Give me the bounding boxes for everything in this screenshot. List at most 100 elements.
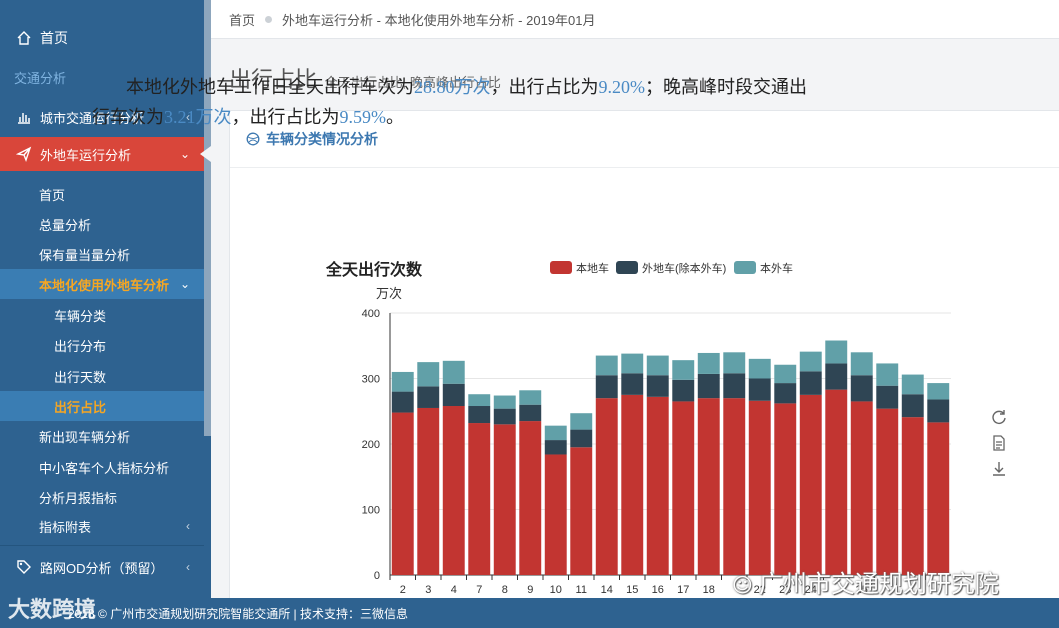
bar-segment[interactable] [417,386,440,408]
bar-segment[interactable] [723,398,746,575]
bar-segment[interactable] [468,406,491,424]
bar-segment[interactable] [391,371,414,392]
bar-segment[interactable] [442,383,465,407]
bar-segment[interactable] [774,383,797,404]
sidebar-subitem-appendix[interactable]: 指标附表 ‹ [0,511,204,541]
bar-segment[interactable] [621,353,644,374]
bar-segment[interactable] [825,389,848,575]
sidebar-scrollbar[interactable] [204,0,211,436]
bar-segment[interactable] [697,373,720,399]
bar-segment[interactable] [723,352,746,374]
x-tick-label: 3 [425,584,431,596]
bar-segment[interactable] [672,401,695,575]
breadcrumb-home[interactable]: 首页 [229,10,255,29]
sidebar-subitem-total[interactable]: 总量分析 [0,209,204,239]
sidebar-subitem-localized[interactable]: 本地化使用外地车分析 ⌄ [0,269,204,299]
bar-segment[interactable] [646,355,669,376]
bar-segment[interactable] [850,352,873,376]
x-tick-label: 18 [703,584,715,596]
bar-segment[interactable] [774,403,797,575]
bar-segment[interactable] [825,340,848,364]
bar-segment[interactable] [493,395,516,409]
bar-segment[interactable] [697,398,720,575]
legend-swatch[interactable] [734,261,756,274]
sidebar-item-home[interactable]: 首页 [0,23,204,53]
chevron-down-icon: ⌄ [179,147,190,161]
sidebar-subitem-share[interactable]: 出行占比 [0,391,204,421]
y-tick-label: 300 [362,374,380,386]
bar-segment[interactable] [748,400,771,575]
summary-value: 9.59% [339,107,387,127]
bar-segment[interactable] [570,447,593,575]
bar-segment[interactable] [544,425,567,441]
bar-segment[interactable] [927,399,950,423]
sidebar-subitem-classify[interactable]: 车辆分类 [0,300,204,330]
bar-segment[interactable] [825,363,848,390]
legend-swatch[interactable] [616,261,638,274]
download-icon[interactable] [990,460,1010,480]
sidebar-subitem-days[interactable]: 出行天数 [0,361,204,391]
bar-segment[interactable] [493,408,516,425]
bar-segment[interactable] [850,375,873,402]
bar-segment[interactable] [774,364,797,384]
sidebar-item-label: 出行占比 [54,399,107,415]
bar-segment[interactable] [417,362,440,387]
bar-segment[interactable] [799,371,822,395]
sidebar-subitem-distribution[interactable]: 出行分布 [0,330,204,360]
bar-segment[interactable] [468,394,491,407]
bar-segment[interactable] [646,375,669,397]
bar-segment[interactable] [927,422,950,575]
bar-segment[interactable] [672,379,695,402]
bar-segment[interactable] [519,421,542,575]
bar-segment[interactable] [876,363,899,386]
bar-segment[interactable] [391,391,414,413]
bar-segment[interactable] [799,351,822,372]
bar-segment[interactable] [493,424,516,575]
bar-segment[interactable] [672,360,695,380]
bar-segment[interactable] [748,358,771,379]
sidebar-item-nonlocal[interactable]: 外地车运行分析 ⌄ [0,137,204,171]
bar-segment[interactable] [442,360,465,384]
bar-segment[interactable] [442,406,465,575]
bar-segment[interactable] [570,413,593,430]
legend-label[interactable]: 本地车 [576,261,609,275]
bar-segment[interactable] [646,396,669,575]
data-view-icon[interactable] [990,434,1010,454]
bar-segment[interactable] [595,355,618,376]
sidebar-subitem-ownership[interactable]: 保有量当量分析 [0,239,204,269]
bar-segment[interactable] [876,408,899,575]
bar-segment[interactable] [391,412,414,575]
bar-segment[interactable] [697,352,720,374]
bar-segment[interactable] [468,423,491,575]
bar-segment[interactable] [544,440,567,455]
bar-segment[interactable] [595,398,618,575]
bar-segment[interactable] [570,429,593,448]
summary-value: 9.20% [598,77,646,97]
sidebar-subitem-monthly[interactable]: 分析月报指标 [0,482,204,512]
bar-segment[interactable] [901,417,924,575]
refresh-icon[interactable] [990,408,1010,428]
bar-segment[interactable] [748,378,771,401]
sidebar-subitem-quota[interactable]: 中小客车个人指标分析 [0,452,204,482]
sidebar-subitem-newcars[interactable]: 新出现车辆分析 [0,421,204,451]
bar-segment[interactable] [621,373,644,395]
bar-segment[interactable] [519,404,542,422]
bar-segment[interactable] [621,394,644,575]
bar-segment[interactable] [799,394,822,575]
chart-legend[interactable]: 本地车 外地车(除本外车) 本外车 [550,261,793,275]
bar-segment[interactable] [544,454,567,575]
bar-segment[interactable] [595,375,618,399]
bar-segment[interactable] [901,374,924,395]
bar-segment[interactable] [927,383,950,400]
legend-label[interactable]: 外地车(除本外车) [642,261,726,275]
legend-swatch[interactable] [550,261,572,274]
bar-segment[interactable] [901,394,924,418]
sidebar-subitem-home[interactable]: 首页 [0,179,204,209]
bar-segment[interactable] [850,401,873,575]
bar-segment[interactable] [519,390,542,405]
legend-label[interactable]: 本外车 [760,261,793,275]
bar-segment[interactable] [876,385,899,409]
sidebar-item-od[interactable]: 路网OD分析（预留） ‹ [0,552,204,582]
bar-segment[interactable] [417,407,440,575]
bar-segment[interactable] [723,373,746,399]
